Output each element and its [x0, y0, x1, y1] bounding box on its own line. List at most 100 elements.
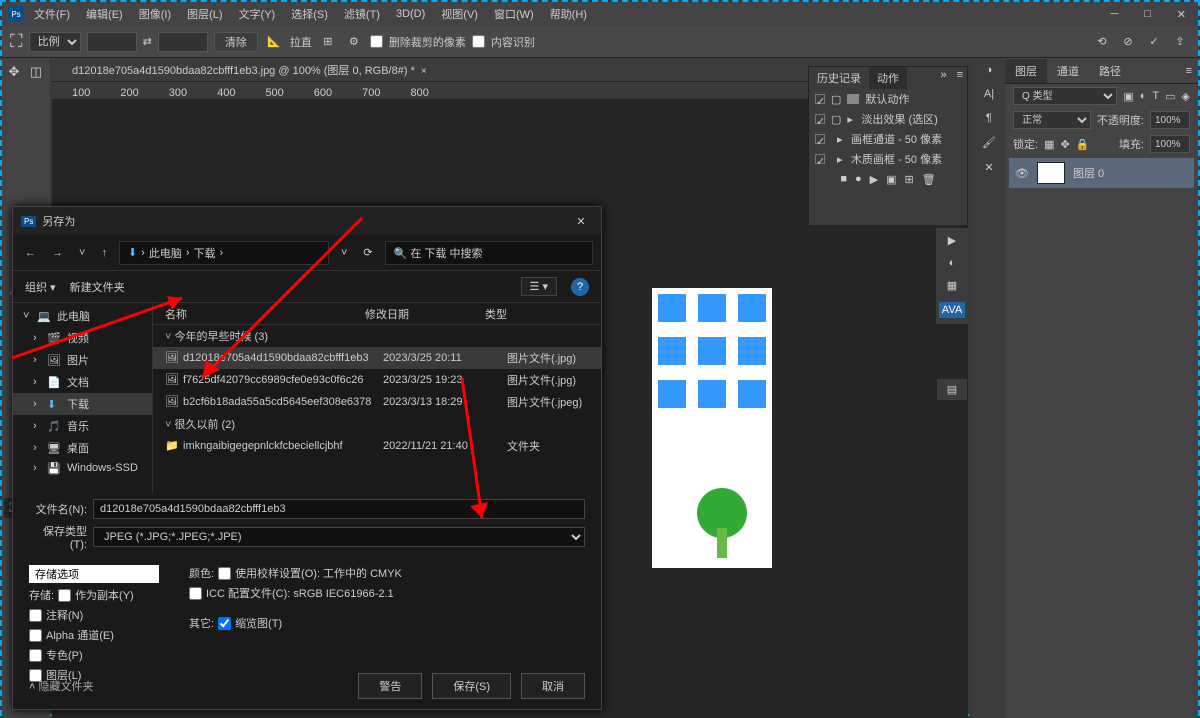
- paragraph-icon[interactable]: ¶: [986, 112, 992, 124]
- refresh-icon[interactable]: ⟳: [359, 244, 376, 261]
- nav-recent-icon[interactable]: ˅: [75, 245, 89, 261]
- tab-close-icon[interactable]: ×: [421, 66, 427, 77]
- menu-type[interactable]: 文字(Y): [233, 4, 282, 24]
- file-row[interactable]: 🖼d12018e705a4d1590bdaa82cbfff1eb32023/3/…: [153, 347, 601, 369]
- new-set-icon[interactable]: ▣: [886, 173, 896, 186]
- layers-menu-icon[interactable]: ≡: [1180, 63, 1198, 79]
- search-input[interactable]: 🔍 在 下载 中搜索: [385, 241, 593, 265]
- tab-channels[interactable]: 通道: [1047, 59, 1089, 83]
- sidebar-item-video[interactable]: ›🎬视频: [13, 327, 152, 349]
- sidebar-item-pictures[interactable]: ›🖼图片: [13, 349, 152, 371]
- cb-icc[interactable]: [189, 587, 202, 600]
- filter-text-icon[interactable]: T: [1152, 90, 1159, 102]
- help-icon[interactable]: ?: [571, 278, 589, 296]
- menu-edit[interactable]: 编辑(E): [80, 4, 129, 24]
- reset-icon[interactable]: ⟲: [1092, 32, 1112, 52]
- menu-filter[interactable]: 滤镜(T): [338, 4, 386, 24]
- gear-icon[interactable]: ⚙: [344, 32, 364, 52]
- action-item[interactable]: 木质画框 - 50 像素: [851, 151, 942, 167]
- clear-button[interactable]: 清除: [214, 32, 258, 52]
- menu-3d[interactable]: 3D(D): [390, 6, 431, 22]
- menu-layer[interactable]: 图层(L): [181, 4, 228, 24]
- cb-thumb[interactable]: [218, 617, 231, 630]
- breadcrumb[interactable]: ⬇ ›此电脑›下载›: [119, 241, 329, 265]
- library-icon[interactable]: ▤: [947, 383, 957, 396]
- ratio-h-input[interactable]: [158, 32, 208, 52]
- action-item[interactable]: 淡出效果 (选区): [861, 111, 937, 127]
- cb-spot[interactable]: [29, 649, 42, 662]
- col-date[interactable]: 修改日期: [365, 306, 485, 322]
- marquee-tool-icon[interactable]: ◫: [26, 62, 46, 82]
- blend-mode-select[interactable]: 正常: [1013, 111, 1091, 129]
- action-item[interactable]: 默认动作: [865, 91, 909, 107]
- cb-copy[interactable]: [58, 589, 71, 602]
- stop-icon[interactable]: ■: [840, 173, 847, 186]
- sidebar-item-pc[interactable]: ˅💻此电脑: [13, 305, 152, 327]
- sidebar-item-desktop[interactable]: ›🖥桌面: [13, 437, 152, 459]
- cb-alpha[interactable]: [29, 629, 42, 642]
- panel-menu-icon[interactable]: ≡: [953, 67, 967, 89]
- nav-back-icon[interactable]: ←: [21, 245, 40, 261]
- record-icon[interactable]: ●: [855, 173, 862, 186]
- sidebar-item-ssd[interactable]: ›💾Windows-SSD: [13, 459, 152, 477]
- share-icon[interactable]: ⇪: [1170, 32, 1190, 52]
- straighten-icon[interactable]: 📐: [264, 32, 284, 52]
- cb-notes[interactable]: [29, 609, 42, 622]
- ratio-w-input[interactable]: [87, 32, 137, 52]
- menu-window[interactable]: 窗口(W): [488, 4, 540, 24]
- crop-tool-icon[interactable]: ⛶: [10, 31, 23, 52]
- new-action-icon[interactable]: ⊞: [905, 173, 914, 186]
- ratio-select[interactable]: 比例: [29, 32, 81, 52]
- tab-actions[interactable]: 动作: [869, 67, 907, 89]
- filetype-select[interactable]: JPEG (*.JPG;*.JPEG;*.JPE): [93, 527, 585, 547]
- opacity-input[interactable]: [1150, 111, 1190, 129]
- adjustments-icon[interactable]: AVA: [939, 302, 965, 318]
- dialog-close-icon[interactable]: ✕: [569, 209, 593, 233]
- menu-select[interactable]: 选择(S): [285, 4, 334, 24]
- action-check-icon[interactable]: ✓: [815, 94, 825, 104]
- sidebar-item-documents[interactable]: ›📄文档: [13, 371, 152, 393]
- file-row[interactable]: 🖼b2cf6b18ada55a5cd5645eef308e63782023/3/…: [153, 391, 601, 413]
- menu-view[interactable]: 视图(V): [435, 4, 484, 24]
- warning-button[interactable]: 警告: [358, 673, 422, 699]
- file-group[interactable]: ˅ 今年的早些时候 (3): [153, 325, 601, 347]
- new-folder-button[interactable]: 新建文件夹: [70, 279, 125, 295]
- trash-icon[interactable]: 🗑: [922, 173, 936, 186]
- tab-history[interactable]: 历史记录: [809, 67, 869, 89]
- nav-fwd-icon[interactable]: →: [48, 245, 67, 261]
- color-icon[interactable]: ◑: [986, 64, 993, 76]
- window-maximize-icon[interactable]: □: [1138, 6, 1157, 23]
- menu-file[interactable]: 文件(F): [28, 4, 76, 24]
- brush-icon[interactable]: 🖌: [982, 136, 996, 149]
- menu-image[interactable]: 图像(I): [133, 4, 177, 24]
- crosshair-icon[interactable]: ✕: [984, 161, 993, 174]
- save-button[interactable]: 保存(S): [432, 673, 511, 699]
- file-row[interactable]: 📁imkngaibigegepnlckfcbeciellcjbhf2022/11…: [153, 435, 601, 457]
- sidebar-item-music[interactable]: ›🎵音乐: [13, 415, 152, 437]
- window-close-icon[interactable]: ✕: [1171, 6, 1192, 23]
- text-icon[interactable]: A|: [984, 88, 994, 100]
- cancel-button[interactable]: 取消: [521, 673, 585, 699]
- filter-shape-icon[interactable]: ▭: [1165, 90, 1175, 103]
- swap-icon[interactable]: ⇄: [143, 35, 152, 48]
- col-type[interactable]: 类型: [485, 306, 601, 322]
- canvas-image[interactable]: [652, 288, 772, 568]
- play-large-icon[interactable]: ▶: [948, 234, 956, 247]
- play-icon[interactable]: ▶: [870, 173, 878, 186]
- filter-smart-icon[interactable]: ◈: [1182, 90, 1190, 103]
- nav-up-icon[interactable]: ↑: [97, 245, 111, 261]
- file-row[interactable]: 🖼f7625df42079cc6989cfe0e93c0f6c262023/3/…: [153, 369, 601, 391]
- hide-folders-toggle[interactable]: ˄ 隐藏文件夹: [29, 678, 93, 694]
- tab-layers[interactable]: 图层: [1005, 59, 1047, 83]
- lock-pos-icon[interactable]: ✥: [1060, 138, 1069, 151]
- document-tab[interactable]: d12018e705a4d1590bdaa82cbfff1eb3.jpg @ 1…: [62, 59, 437, 81]
- lock-pixels-icon[interactable]: ▦: [1044, 138, 1054, 151]
- commit-crop-icon[interactable]: ✓: [1144, 32, 1164, 52]
- fill-input[interactable]: [1150, 135, 1190, 153]
- delete-pixels-checkbox[interactable]: [370, 35, 383, 48]
- layer-name[interactable]: 图层 0: [1073, 165, 1104, 181]
- filter-img-icon[interactable]: ▣: [1123, 90, 1133, 103]
- view-button[interactable]: ☰ ▾: [521, 277, 557, 296]
- organize-button[interactable]: 组织 ▾: [25, 279, 56, 295]
- cb-proof[interactable]: [218, 567, 231, 580]
